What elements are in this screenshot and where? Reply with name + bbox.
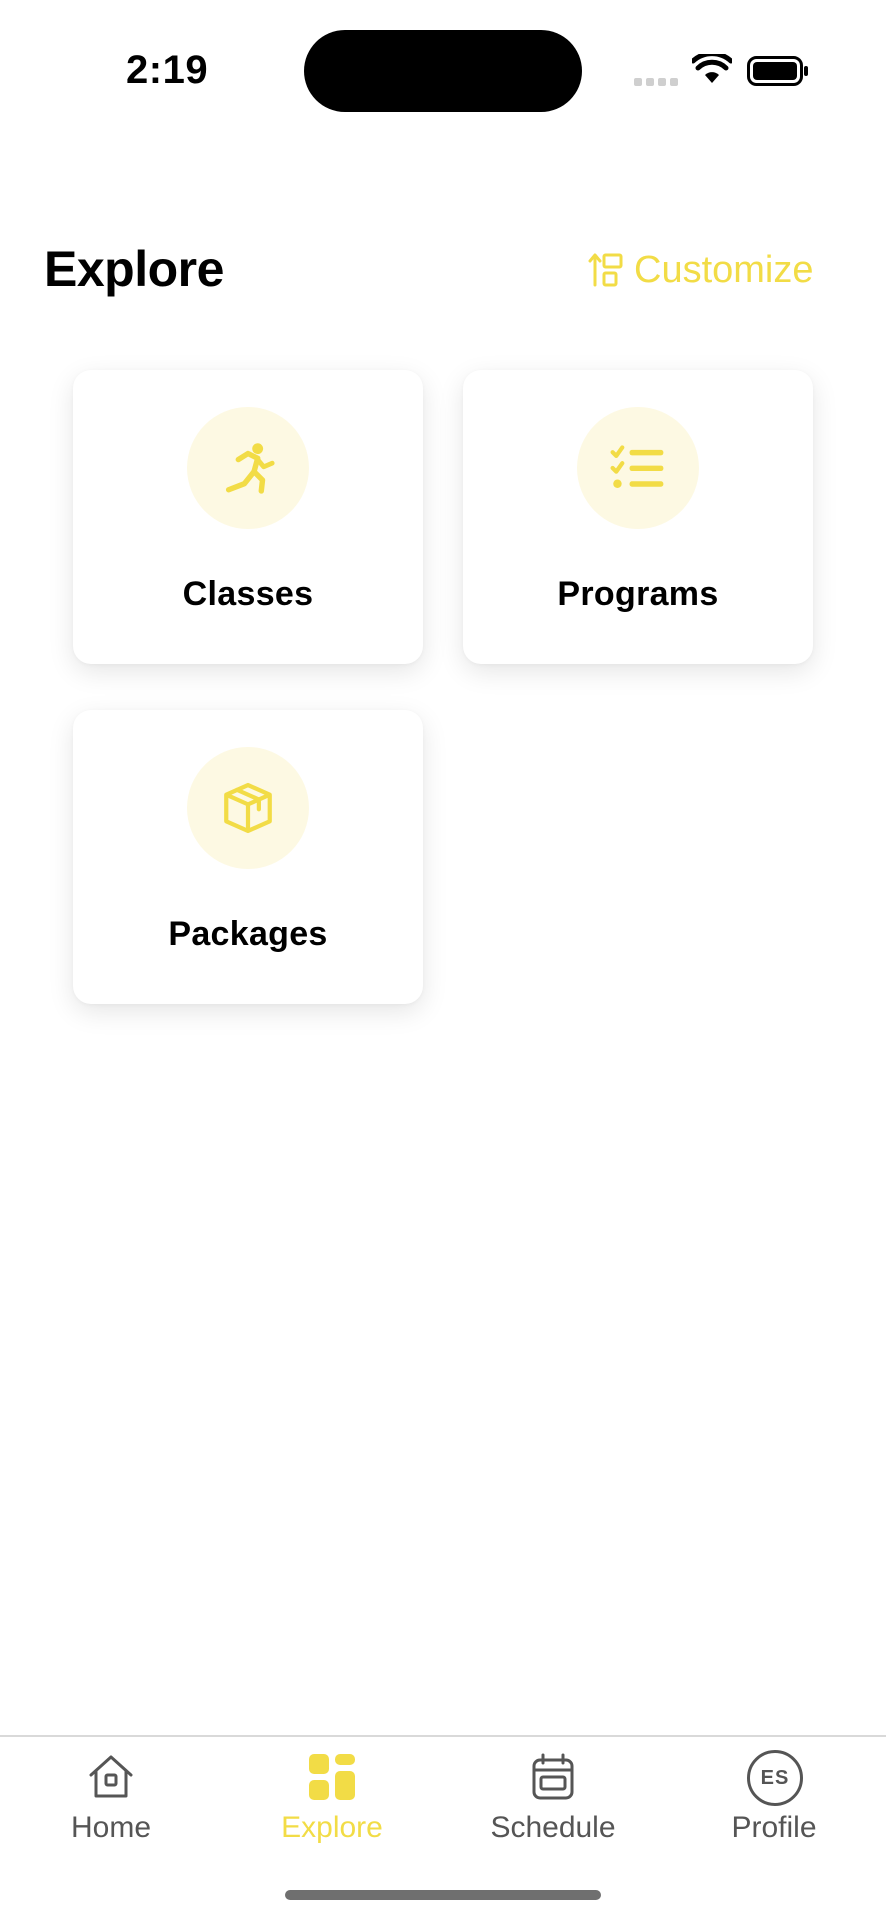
tab-explore-label: Explore xyxy=(281,1811,383,1844)
tab-explore[interactable]: Explore xyxy=(232,1737,432,1857)
signal-icon xyxy=(634,78,678,86)
explore-screen: 2:19 Explore Customize Classes Programs … xyxy=(0,0,886,1918)
packages-card[interactable]: Packages xyxy=(73,710,423,1004)
package-box-icon xyxy=(224,782,272,834)
home-indicator[interactable] xyxy=(285,1890,601,1900)
running-person-icon xyxy=(225,443,275,494)
classes-card[interactable]: Classes xyxy=(73,370,423,664)
status-bar: 2:19 xyxy=(0,0,886,130)
home-icon-wrap xyxy=(85,1751,137,1803)
classes-card-label: Classes xyxy=(182,575,314,613)
tab-home[interactable]: Home xyxy=(11,1737,211,1857)
tab-schedule[interactable]: Schedule xyxy=(453,1737,653,1857)
avatar: ES xyxy=(747,1750,803,1806)
classes-icon-circle xyxy=(187,407,309,529)
calendar-icon xyxy=(532,1753,574,1800)
programs-card-label: Programs xyxy=(557,575,719,613)
dynamic-island xyxy=(304,30,582,112)
packages-icon-circle xyxy=(187,747,309,869)
programs-icon-circle xyxy=(577,407,699,529)
page-title: Explore xyxy=(44,241,224,297)
customize-label: Customize xyxy=(634,248,814,291)
customize-button[interactable]: Customize xyxy=(588,248,814,292)
programs-card[interactable]: Programs xyxy=(463,370,813,664)
explore-grid-icon xyxy=(309,1754,355,1800)
battery-icon xyxy=(747,56,808,86)
tab-profile[interactable]: ES Profile xyxy=(674,1737,874,1857)
packages-card-label: Packages xyxy=(168,915,328,953)
explore-icon-wrap xyxy=(306,1751,358,1803)
tab-profile-label: Profile xyxy=(731,1811,817,1844)
status-time: 2:19 xyxy=(126,48,209,92)
checklist-icon xyxy=(610,445,664,488)
tab-schedule-label: Schedule xyxy=(490,1811,616,1844)
home-icon xyxy=(89,1755,133,1798)
calendar-icon-wrap xyxy=(527,1751,579,1803)
sort-layout-icon xyxy=(588,253,623,287)
tab-home-label: Home xyxy=(70,1811,152,1844)
wifi-icon xyxy=(692,54,732,83)
